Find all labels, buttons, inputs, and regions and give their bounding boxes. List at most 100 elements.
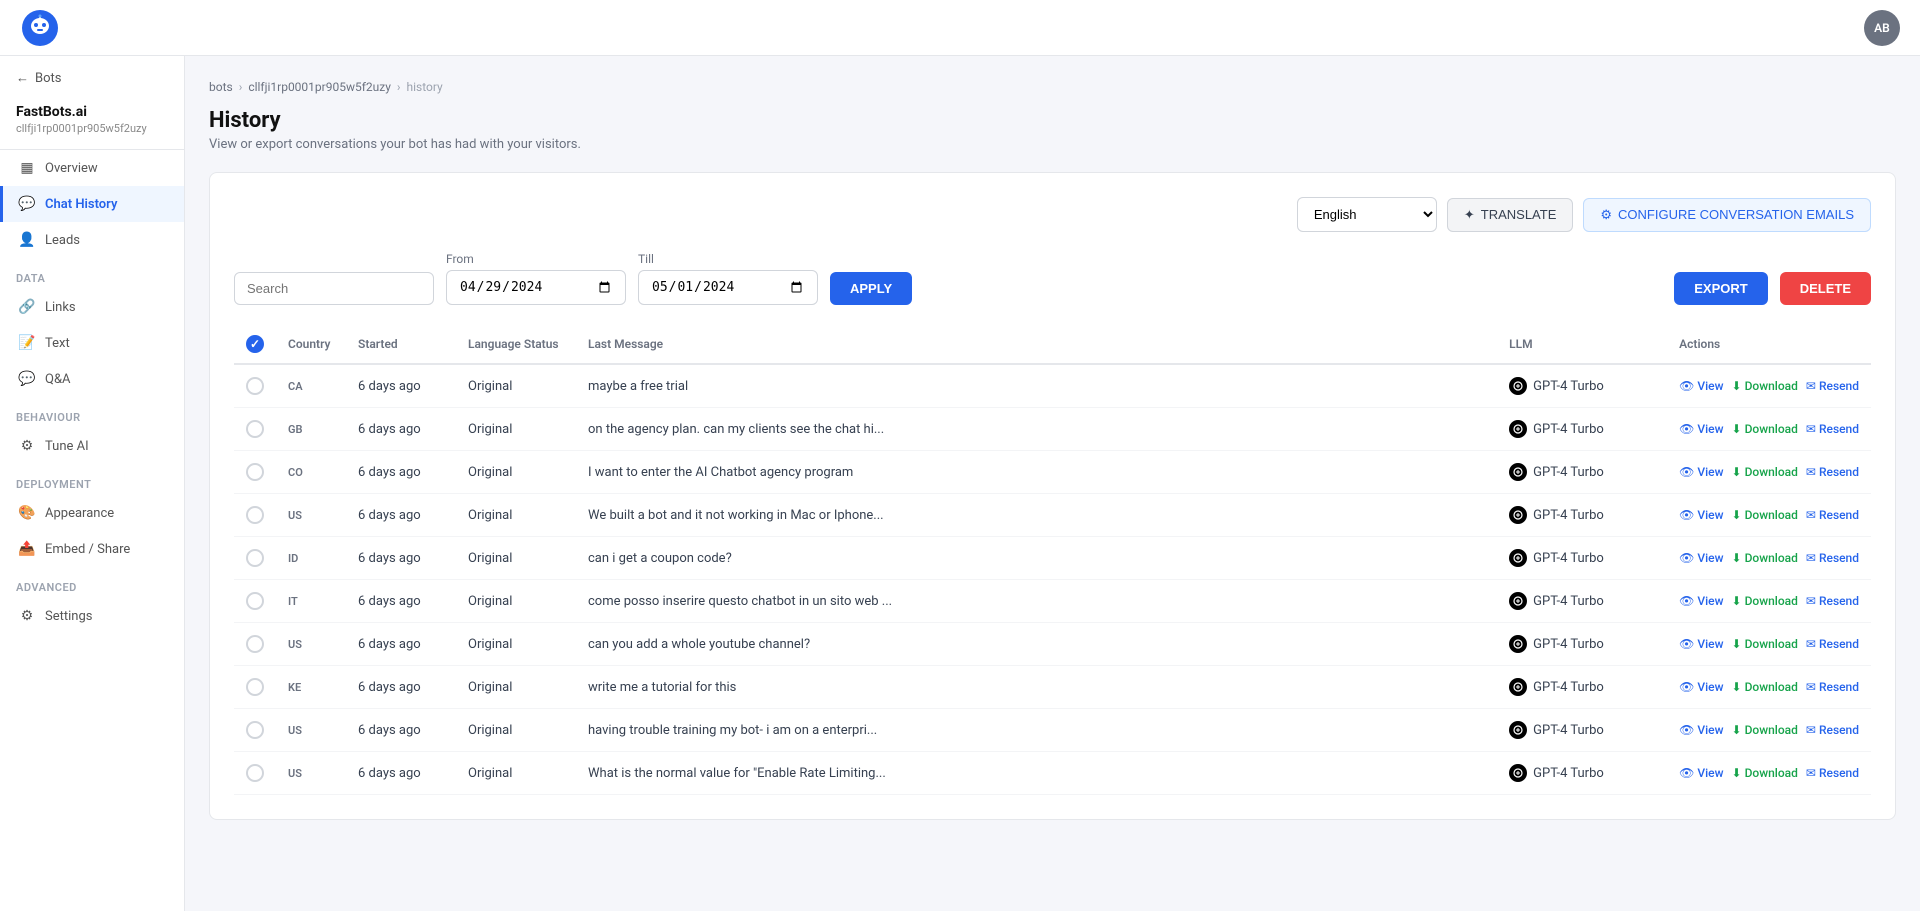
embed-share-icon: 📤 xyxy=(19,541,35,557)
resend-link-2[interactable]: ✉ Resend xyxy=(1806,465,1859,479)
view-link-2[interactable]: 👁 View xyxy=(1679,465,1723,479)
resend-link-0[interactable]: ✉ Resend xyxy=(1806,379,1859,393)
sidebar-item-chat-history[interactable]: 💬 Chat History xyxy=(0,186,184,222)
checkbox-8[interactable] xyxy=(246,721,264,739)
download-icon-5: ⬇ xyxy=(1732,594,1742,608)
sidebar-item-qa[interactable]: 💬 Q&A xyxy=(0,361,184,397)
download-link-0[interactable]: ⬇ Download xyxy=(1732,379,1798,393)
table-row: CO 6 days ago Original I want to enter t… xyxy=(234,451,1871,494)
breadcrumb-current: history xyxy=(407,80,443,94)
checkbox-6[interactable] xyxy=(246,635,264,653)
download-link-8[interactable]: ⬇ Download xyxy=(1732,723,1798,737)
gear-icon: ⚙ xyxy=(1600,207,1612,223)
resend-link-8[interactable]: ✉ Resend xyxy=(1806,723,1859,737)
search-group xyxy=(234,272,434,305)
sidebar-label-tune-ai: Tune AI xyxy=(45,439,89,454)
view-link-5[interactable]: 👁 View xyxy=(1679,594,1723,608)
export-button[interactable]: EXPORT xyxy=(1674,272,1767,305)
download-link-2[interactable]: ⬇ Download xyxy=(1732,465,1798,479)
llm-name-6: GPT-4 Turbo xyxy=(1533,637,1604,652)
breadcrumb: bots › cllfji1rp0001pr905w5f2uzy › histo… xyxy=(209,80,1896,94)
checkbox-5[interactable] xyxy=(246,592,264,610)
download-link-1[interactable]: ⬇ Download xyxy=(1732,422,1798,436)
download-link-9[interactable]: ⬇ Download xyxy=(1732,766,1798,780)
breadcrumb-bot-id[interactable]: cllfji1rp0001pr905w5f2uzy xyxy=(248,80,391,94)
row-started-9: 6 days ago xyxy=(346,752,456,795)
sidebar-item-links[interactable]: 🔗 Links xyxy=(0,289,184,325)
view-link-1[interactable]: 👁 View xyxy=(1679,422,1723,436)
checkbox-1[interactable] xyxy=(246,420,264,438)
apply-button[interactable]: APPLY xyxy=(830,272,912,305)
row-language-6: Original xyxy=(456,623,576,666)
breadcrumb-bots[interactable]: bots xyxy=(209,80,233,94)
sidebar-item-overview[interactable]: ▦ Overview xyxy=(0,150,184,186)
row-actions-1: 👁 View ⬇ Download ✉ Resend xyxy=(1667,408,1871,451)
page-subtitle: View or export conversations your bot ha… xyxy=(209,137,1896,152)
llm-name-2: GPT-4 Turbo xyxy=(1533,465,1604,480)
language-select[interactable]: English Spanish French xyxy=(1297,197,1437,232)
from-date-input[interactable] xyxy=(446,270,626,305)
download-link-7[interactable]: ⬇ Download xyxy=(1732,680,1798,694)
view-link-6[interactable]: 👁 View xyxy=(1679,637,1723,651)
row-checkbox-1 xyxy=(234,408,276,451)
download-link-6[interactable]: ⬇ Download xyxy=(1732,637,1798,651)
text-icon: 📝 xyxy=(19,335,35,351)
checkbox-4[interactable] xyxy=(246,549,264,567)
back-arrow-icon: ← xyxy=(16,70,29,86)
sidebar-label-qa: Q&A xyxy=(45,372,71,387)
row-actions-2: 👁 View ⬇ Download ✉ Resend xyxy=(1667,451,1871,494)
resend-link-1[interactable]: ✉ Resend xyxy=(1806,422,1859,436)
download-icon-4: ⬇ xyxy=(1732,551,1742,565)
sidebar-item-text[interactable]: 📝 Text xyxy=(0,325,184,361)
sidebar-item-appearance[interactable]: 🎨 Appearance xyxy=(0,495,184,531)
filter-row: From Till APPLY EXPORT DELETE xyxy=(234,252,1871,305)
search-input[interactable] xyxy=(234,272,434,305)
resend-link-6[interactable]: ✉ Resend xyxy=(1806,637,1859,651)
download-link-5[interactable]: ⬇ Download xyxy=(1732,594,1798,608)
row-actions-0: 👁 View ⬇ Download ✉ Resend xyxy=(1667,364,1871,408)
row-llm-7: GPT-4 Turbo xyxy=(1497,666,1667,709)
checkbox-7[interactable] xyxy=(246,678,264,696)
sidebar-item-leads[interactable]: 👤 Leads xyxy=(0,222,184,258)
resend-link-9[interactable]: ✉ Resend xyxy=(1806,766,1859,780)
eye-icon-5: 👁 xyxy=(1679,594,1694,608)
row-checkbox-7 xyxy=(234,666,276,709)
view-link-9[interactable]: 👁 View xyxy=(1679,766,1723,780)
eye-icon-9: 👁 xyxy=(1679,766,1694,780)
view-link-3[interactable]: 👁 View xyxy=(1679,508,1723,522)
download-link-3[interactable]: ⬇ Download xyxy=(1732,508,1798,522)
resend-link-3[interactable]: ✉ Resend xyxy=(1806,508,1859,522)
back-to-bots[interactable]: ← Bots xyxy=(0,56,184,96)
appearance-icon: 🎨 xyxy=(19,505,35,521)
resend-link-4[interactable]: ✉ Resend xyxy=(1806,551,1859,565)
sidebar-item-embed-share[interactable]: 📤 Embed / Share xyxy=(0,531,184,567)
view-link-4[interactable]: 👁 View xyxy=(1679,551,1723,565)
view-link-0[interactable]: 👁 View xyxy=(1679,379,1723,393)
header-llm: LLM xyxy=(1497,325,1667,364)
row-country-3: US xyxy=(276,494,346,537)
translate-button[interactable]: ✦ TRANSLATE xyxy=(1447,198,1574,232)
view-link-8[interactable]: 👁 View xyxy=(1679,723,1723,737)
download-link-4[interactable]: ⬇ Download xyxy=(1732,551,1798,565)
checkbox-3[interactable] xyxy=(246,506,264,524)
resend-link-7[interactable]: ✉ Resend xyxy=(1806,680,1859,694)
row-started-3: 6 days ago xyxy=(346,494,456,537)
checkbox-9[interactable] xyxy=(246,764,264,782)
row-country-4: ID xyxy=(276,537,346,580)
sidebar-item-settings[interactable]: ⚙ Settings xyxy=(0,598,184,634)
user-avatar[interactable]: AB xyxy=(1864,10,1900,46)
till-date-input[interactable] xyxy=(638,270,818,305)
table-row: KE 6 days ago Original write me a tutori… xyxy=(234,666,1871,709)
row-language-1: Original xyxy=(456,408,576,451)
row-llm-3: GPT-4 Turbo xyxy=(1497,494,1667,537)
checkbox-0[interactable] xyxy=(246,377,264,395)
select-all-checkbox[interactable]: ✓ xyxy=(246,335,264,353)
resend-link-5[interactable]: ✉ Resend xyxy=(1806,594,1859,608)
delete-button[interactable]: DELETE xyxy=(1780,272,1871,305)
sidebar-item-tune-ai[interactable]: ⚙ Tune AI xyxy=(0,428,184,464)
checkbox-2[interactable] xyxy=(246,463,264,481)
download-icon-9: ⬇ xyxy=(1732,766,1742,780)
view-link-7[interactable]: 👁 View xyxy=(1679,680,1723,694)
row-checkbox-5 xyxy=(234,580,276,623)
configure-emails-button[interactable]: ⚙ CONFIGURE CONVERSATION EMAILS xyxy=(1583,198,1871,232)
